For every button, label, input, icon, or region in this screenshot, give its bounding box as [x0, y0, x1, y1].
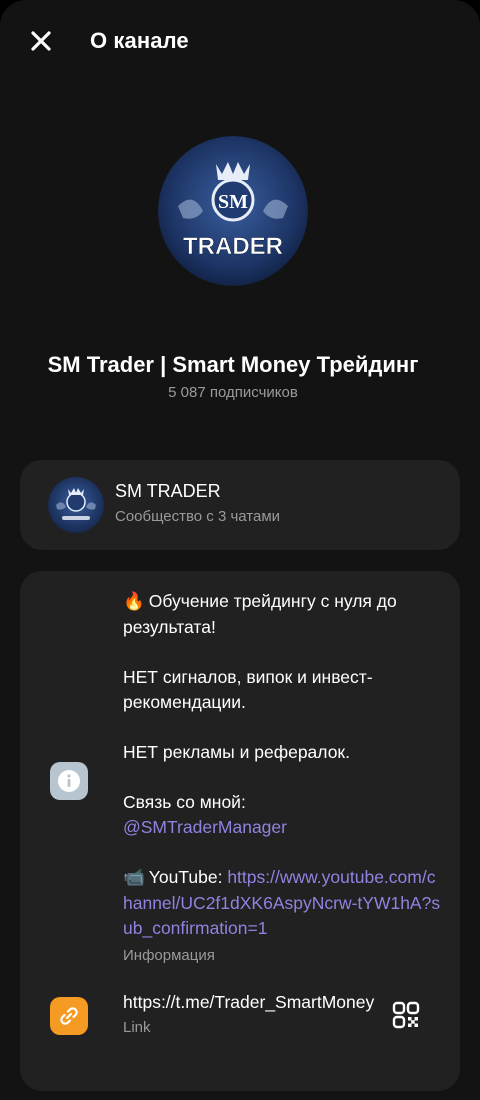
- description-line-1: 🔥 Обучение трейдингу с нуля до результата…: [123, 591, 397, 637]
- qr-code-button[interactable]: [392, 1001, 420, 1029]
- contact-label: Связь со мной:: [123, 792, 246, 812]
- channel-description: 🔥 Обучение трейдингу с нуля до результата…: [123, 589, 443, 966]
- page-title: О канале: [90, 28, 189, 53]
- close-button[interactable]: [26, 26, 56, 56]
- fire-icon: 🔥: [123, 592, 145, 612]
- channel-link[interactable]: https://t.me/Trader_SmartMoney: [123, 992, 383, 1013]
- svg-text:SM: SM: [218, 191, 248, 213]
- info-card: 🔥 Обучение трейдингу с нуля до результата…: [20, 571, 460, 1091]
- youtube-block: 📹 YouTube: https://www.youtube.com/channe…: [123, 865, 443, 941]
- subscriber-count: 5 087 подписчиков: [168, 384, 298, 401]
- channel-avatar[interactable]: SM TRADER: [158, 136, 308, 286]
- link-label: Link: [123, 1019, 151, 1036]
- description-line-2: НЕТ сигналов, випок и инвест-рекомендаци…: [123, 667, 373, 712]
- info-icon: [50, 762, 88, 800]
- youtube-label: YouTube:: [148, 867, 223, 887]
- video-camera-icon: 📹: [123, 868, 145, 888]
- svg-text:TRADER: TRADER: [183, 233, 283, 260]
- description-line-3: НЕТ рекламы и рефералок.: [123, 742, 350, 762]
- contact-block: Связь со мной: @SMTraderManager: [123, 790, 443, 840]
- community-subtitle: Сообщество с 3 чатами: [115, 508, 281, 525]
- link-icon[interactable]: [50, 997, 88, 1035]
- contact-link[interactable]: @SMTraderManager: [123, 817, 287, 837]
- community-avatar: [48, 477, 104, 533]
- channel-info-sheet: О канале SM TRADER SM Trader | Smart Mon…: [0, 0, 480, 1100]
- channel-name: SM Trader | Smart Money Трейдинг: [47, 352, 419, 377]
- community-title: SM TRADER: [115, 481, 221, 501]
- community-card[interactable]: SM TRADER Сообщество с 3 чатами: [20, 460, 460, 550]
- header: О канале: [0, 0, 480, 84]
- qr-code-icon: [392, 1001, 420, 1029]
- info-label: Информация: [123, 947, 215, 964]
- close-icon: [31, 31, 51, 51]
